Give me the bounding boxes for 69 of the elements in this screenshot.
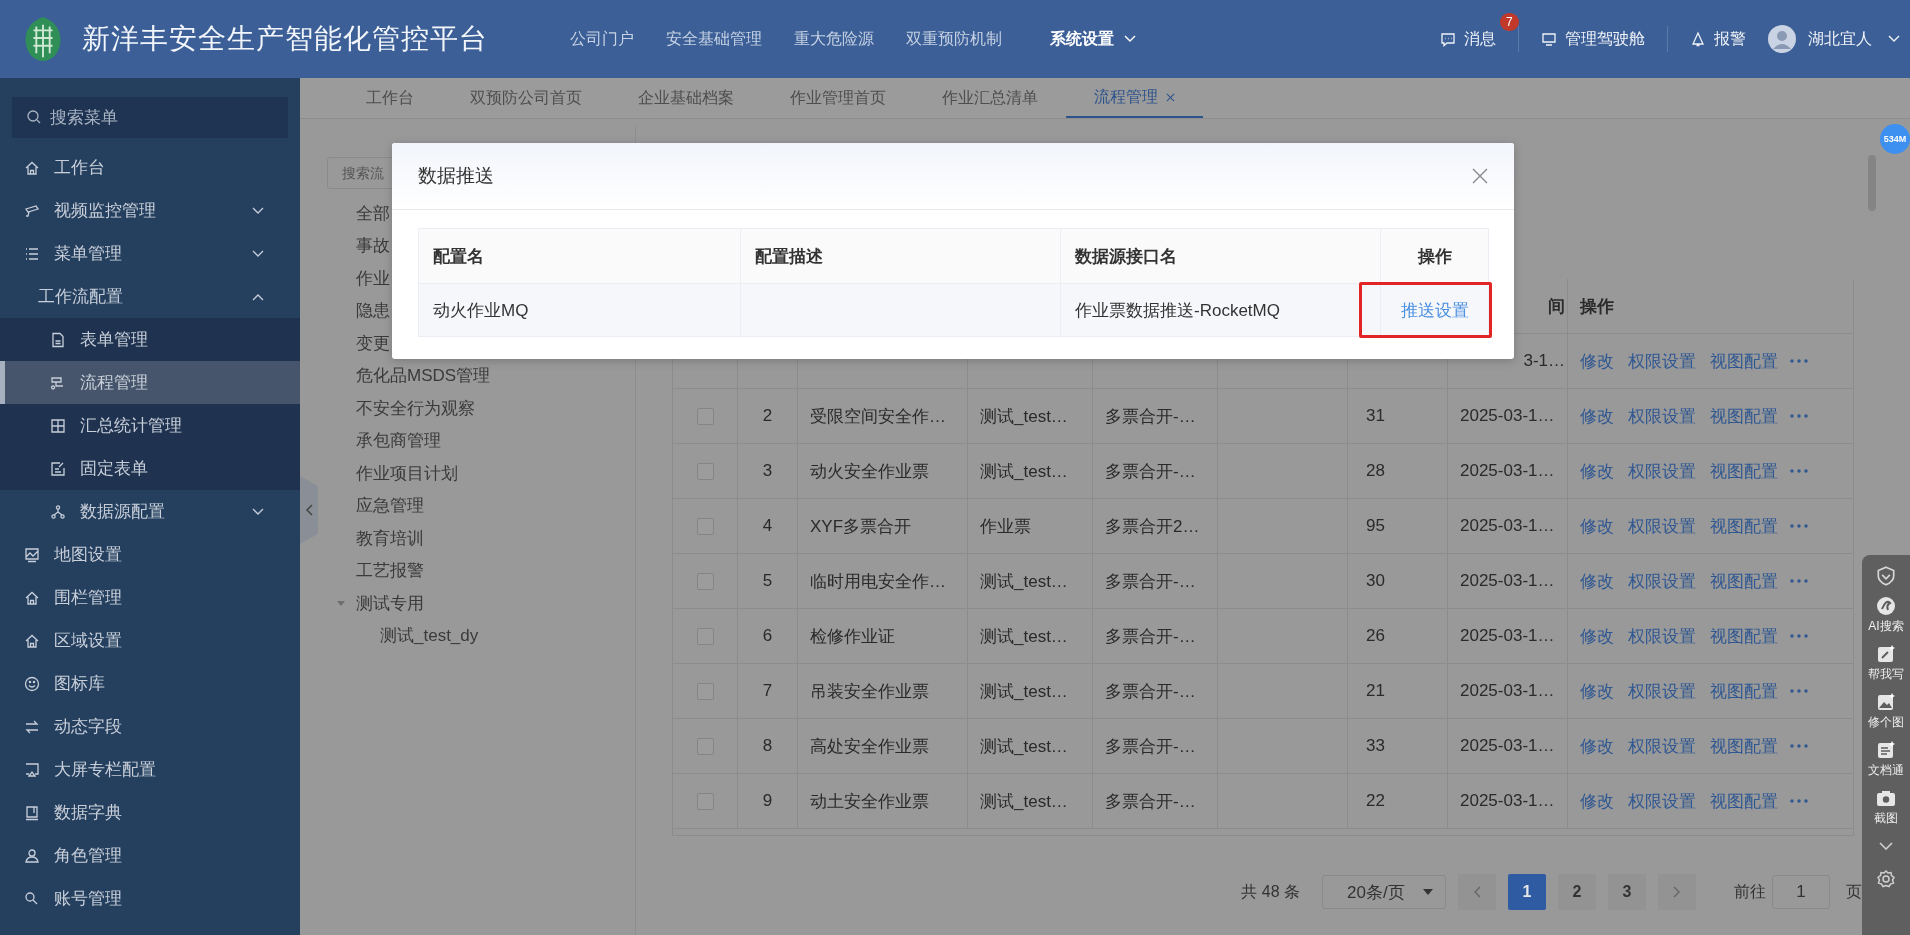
table-cell: 22: [1366, 791, 1385, 811]
table-cell: 2025-03-1…: [1460, 791, 1555, 811]
tool-label: 修个图: [1868, 714, 1904, 731]
column-header: 配置名: [433, 245, 484, 268]
table-cell-text: 动火作业MQ: [433, 299, 529, 322]
table-cell: 31: [1366, 406, 1385, 426]
goto-label: 前往: [1734, 881, 1766, 902]
app-title: 新洋丰安全生产智能化管控平台: [82, 22, 488, 56]
table-cell-text: 临时用电安全作…: [810, 570, 946, 593]
table-cell: 2025-03-1…: [1460, 461, 1555, 481]
table-cell: 28: [1366, 461, 1385, 481]
table-cell-text: 测试_test…: [980, 790, 1068, 813]
column-header: 数据源接口名: [1075, 245, 1177, 268]
tool-label: AI搜索: [1868, 618, 1904, 635]
table-cell: 8: [762, 736, 773, 756]
table-cell: 2025-03-1…: [1460, 516, 1555, 536]
column-header: 间: [1548, 295, 1565, 318]
table-cell: 95: [1366, 516, 1385, 536]
page-suffix: 页: [1846, 881, 1862, 902]
table-cell: 9: [762, 791, 773, 811]
table-cell: 3-1…: [1523, 351, 1565, 371]
table-cell-text: 多票合开-…: [1105, 405, 1196, 428]
table-cell-text: 测试_test…: [980, 625, 1068, 648]
table-cell: 2: [762, 406, 773, 426]
table-cell: 30: [1366, 571, 1385, 591]
table-cell: 6: [762, 626, 773, 646]
memory-badge: 534M: [1880, 124, 1910, 154]
table-cell: 3: [762, 461, 773, 481]
table-cell-text: 动土安全作业票: [810, 790, 929, 813]
table-cell: 21: [1366, 681, 1385, 701]
column-header: 操作: [1417, 245, 1452, 268]
table-cell-text: XYF多票合开: [810, 515, 912, 538]
tool-label: 文档通: [1868, 762, 1904, 779]
table-cell: 5: [762, 571, 773, 591]
table-cell: 2025-03-1…: [1460, 571, 1555, 591]
table-cell-text: 作业票: [980, 515, 1031, 538]
table-cell: 26: [1366, 626, 1385, 646]
table-cell-text: 多票合开-…: [1105, 460, 1196, 483]
table-cell-text: 受限空间安全作…: [810, 405, 946, 428]
table-cell-text: 多票合开-…: [1105, 735, 1196, 758]
table-cell-text: 高处安全作业票: [810, 735, 929, 758]
table-cell-text: 测试_test…: [980, 405, 1068, 428]
table-cell: 2025-03-1…: [1460, 681, 1555, 701]
table-cell: 4: [762, 516, 773, 536]
table-cell: 2025-03-1…: [1460, 406, 1555, 426]
column-header: 配置描述: [755, 245, 823, 268]
tool-label: 截图: [1874, 810, 1898, 827]
column-header: 操作: [1580, 295, 1614, 318]
count-badge: 7: [1500, 12, 1519, 31]
table-cell-text: 多票合开-…: [1105, 790, 1196, 813]
table-cell: 7: [762, 681, 773, 701]
table-cell-text: 作业票数据推送-RocketMQ: [1075, 299, 1280, 322]
table-cell: 2025-03-1…: [1460, 626, 1555, 646]
table-cell-text: 检修作业证: [810, 625, 895, 648]
table-cell-text: 多票合开-…: [1105, 625, 1196, 648]
table-cell-text: 测试_test…: [980, 570, 1068, 593]
table-cell-text: 测试_test…: [980, 460, 1068, 483]
table-cell: 33: [1366, 736, 1385, 756]
table-cell-text: 吊装安全作业票: [810, 680, 929, 703]
dialog-title: 数据推送: [418, 164, 494, 188]
table-cell-text: 测试_test…: [980, 680, 1068, 703]
table-cell-text: 多票合开-…: [1105, 570, 1196, 593]
table-cell: 2025-03-1…: [1460, 736, 1555, 756]
table-cell-text: 测试_test…: [980, 735, 1068, 758]
tool-label: 帮我写: [1868, 666, 1904, 683]
table-cell-text: 多票合开2…: [1105, 515, 1200, 538]
total-count: 共 48 条: [1241, 881, 1300, 902]
table-cell-text: 多票合开-…: [1105, 680, 1196, 703]
table-cell-text: 动火安全作业票: [810, 460, 929, 483]
